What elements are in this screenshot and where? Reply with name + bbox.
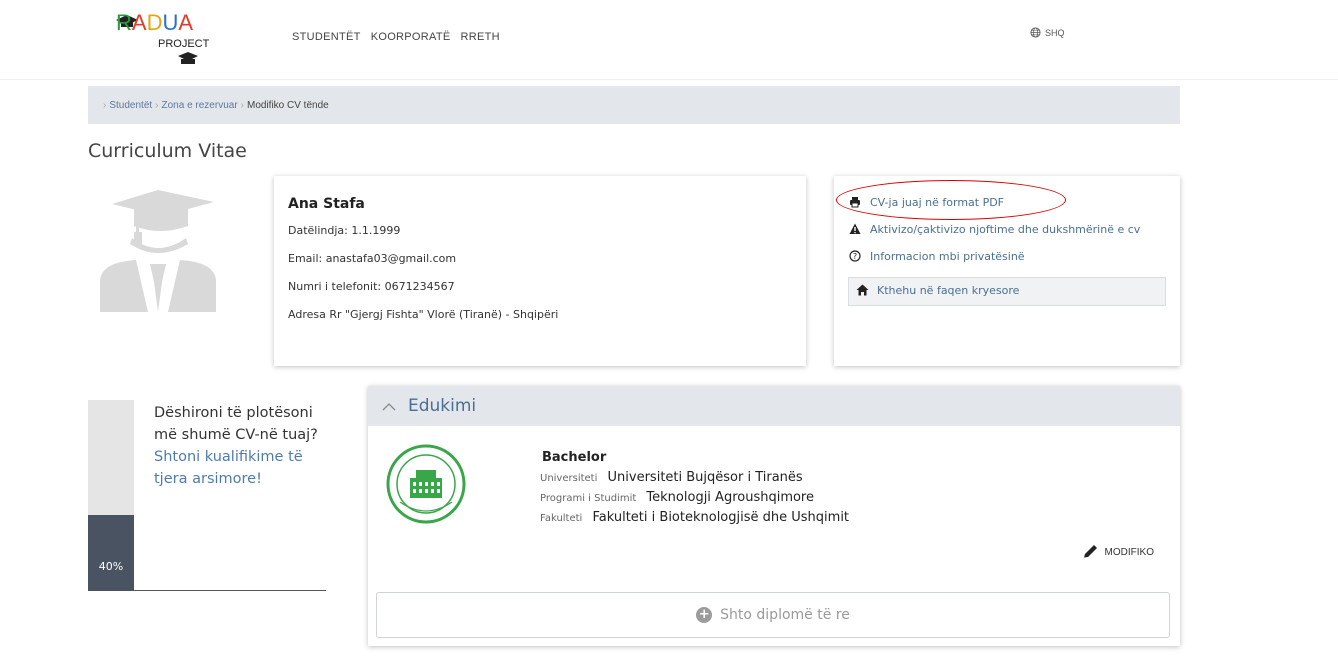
faculty-value: Fakulteti i Bioteknologjisë dhe Ushqimit — [592, 510, 850, 525]
profile-name: Ana Stafa — [288, 196, 365, 212]
home-link-label: Kthehu në faqen kryesore — [877, 284, 1020, 297]
breadcrumb-students[interactable]: Studentët — [109, 100, 152, 111]
language-label: SHQ — [1045, 27, 1065, 38]
logo[interactable]: RADUA PROJECT — [116, 10, 236, 70]
breadcrumb-current: Modifiko CV tënde — [247, 99, 329, 111]
breadcrumb-separator-icon: › — [103, 99, 107, 111]
top-header: RADUA PROJECT STUDENTËT KOORPORATË RRETH… — [0, 0, 1338, 80]
avatar — [100, 190, 216, 312]
profile-birthdate: Datëlindja: 1.1.1999 — [288, 224, 401, 237]
program-row: Programi i Studimit Teknologji Agroushqi… — [540, 490, 814, 505]
chevron-up-icon — [382, 396, 396, 416]
plus-circle-icon: + — [696, 607, 713, 623]
university-seal-icon — [386, 444, 466, 524]
progress-percent: 40% — [98, 560, 124, 573]
home-link[interactable]: Kthehu në faqen kryesore — [848, 277, 1166, 306]
main-nav: STUDENTËT KOORPORATË RRETH — [292, 31, 500, 43]
printer-icon — [848, 196, 862, 211]
privacy-link[interactable]: ? Informacion mbi privatësinë — [848, 250, 1166, 265]
pdf-link[interactable]: CV-ja juaj në format PDF — [848, 196, 1166, 211]
university-value: Universiteti Bujqësor i Tiranës — [607, 470, 803, 485]
university-row: Universiteti Universiteti Bujqësor i Tir… — [540, 470, 803, 485]
progress-fill — [88, 515, 134, 591]
svg-text:?: ? — [853, 252, 857, 261]
nav-about[interactable]: RRETH — [461, 31, 500, 43]
logo-text: RADUA — [116, 10, 194, 35]
breadcrumb-separator-icon: › — [155, 99, 159, 111]
faculty-row: Fakulteti Fakulteti i Bioteknologjisë dh… — [540, 510, 849, 525]
profile-card: Ana Stafa Datëlindja: 1.1.1999 Email: an… — [274, 176, 806, 366]
breadcrumb: › Studentët › Zona e rezervuar › Modifik… — [88, 86, 1180, 124]
education-title: Edukimi — [408, 396, 477, 416]
profile-address: Adresa Rr "Gjergj Fishta" Vlorë (Tiranë)… — [288, 308, 559, 321]
promo-cta-link[interactable]: Shtoni kualifikime të tjera arsimore! — [154, 449, 303, 487]
question-circle-icon: ? — [848, 250, 862, 265]
faculty-label: Fakulteti — [540, 513, 583, 524]
promo-text: Dëshironi të plotësoni më shumë CV-në tu… — [154, 402, 334, 490]
promo-question: Dëshironi të plotësoni më shumë CV-në tu… — [154, 405, 318, 443]
profile-email: Email: anastafa03@gmail.com — [288, 252, 457, 265]
divider — [134, 590, 326, 591]
privacy-link-label: Informacion mbi privatësinë — [870, 250, 1025, 263]
home-icon — [855, 284, 869, 299]
warning-icon — [848, 223, 862, 238]
education-header[interactable]: Edukimi — [368, 386, 1180, 426]
logo-subtitle: PROJECT — [158, 38, 210, 50]
education-section: Edukimi Bachelor Universiteti Universite… — [368, 386, 1180, 646]
add-diploma-label: Shto diplomë të re — [720, 607, 850, 623]
progress-bar: 40% — [88, 400, 134, 591]
globe-icon — [1030, 27, 1041, 38]
pencil-icon — [1083, 544, 1099, 561]
breadcrumb-reserved-zone[interactable]: Zona e rezervuar — [162, 100, 238, 111]
nav-corporate[interactable]: KOORPORATË — [371, 31, 451, 43]
notifications-link-label: Aktivizo/çaktivizo njoftime dhe dukshmër… — [870, 223, 1141, 236]
degree-title: Bachelor — [542, 450, 607, 465]
page-title: Curriculum Vitae — [88, 140, 247, 162]
notifications-link[interactable]: Aktivizo/çaktivizo njoftime dhe dukshmër… — [848, 223, 1166, 238]
book-icon — [178, 52, 198, 64]
program-label: Programi i Studimit — [540, 493, 637, 504]
breadcrumb-separator-icon: › — [240, 99, 244, 111]
actions-card: CV-ja juaj në format PDF Aktivizo/çaktiv… — [834, 176, 1180, 366]
program-value: Teknologji Agroushqimore — [646, 490, 814, 505]
university-label: Universiteti — [540, 473, 598, 484]
profile-phone: Numri i telefonit: 0671234567 — [288, 280, 455, 293]
education-entry: Bachelor Universiteti Universiteti Bujqë… — [368, 426, 1180, 586]
add-diploma-button[interactable]: + Shto diplomë të re — [376, 592, 1170, 638]
edit-button[interactable]: MODIFIKO — [1083, 544, 1154, 561]
language-selector[interactable]: SHQ — [1030, 27, 1065, 38]
nav-students[interactable]: STUDENTËT — [292, 31, 361, 43]
edit-label: MODIFIKO — [1104, 547, 1154, 558]
pdf-link-label: CV-ja juaj në format PDF — [870, 196, 1005, 209]
